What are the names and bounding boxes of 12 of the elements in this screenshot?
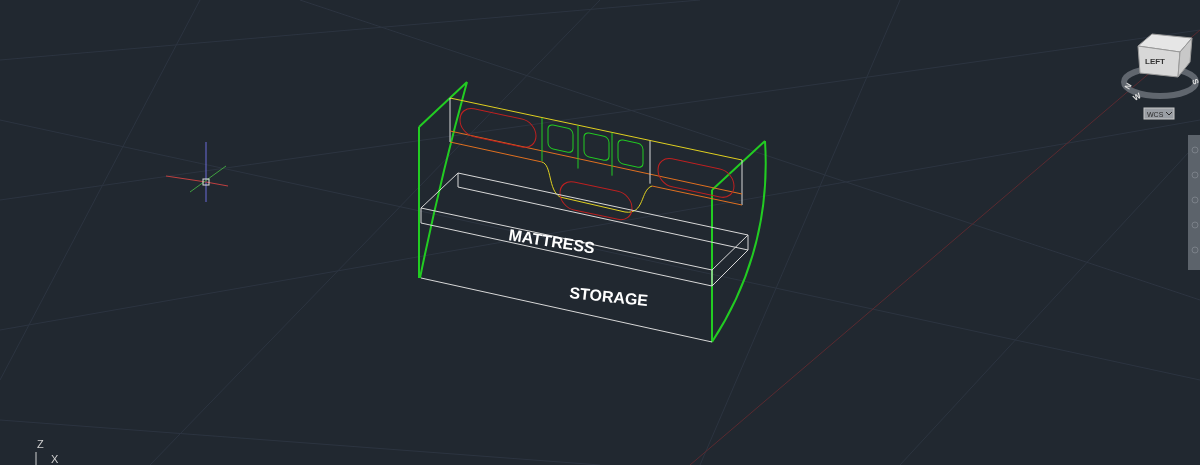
ucs-axis-line — [35, 451, 37, 465]
drawing-label: STORAGE — [568, 284, 649, 310]
crosshair-cursor-icon — [165, 141, 229, 203]
caret-icon — [1165, 111, 1173, 116]
cube-face-label[interactable]: LEFT — [1145, 57, 1165, 66]
compass-letter[interactable]: W — [1131, 91, 1143, 103]
ucs-axis-label: X — [51, 453, 59, 465]
drawing-label: MATTRESS — [507, 226, 596, 257]
view-cube[interactable] — [1137, 33, 1193, 78]
compass-letter[interactable]: N — [1122, 81, 1134, 91]
ucs-axis-label: Z — [37, 438, 44, 450]
compass-letter[interactable]: S — [1190, 77, 1200, 86]
